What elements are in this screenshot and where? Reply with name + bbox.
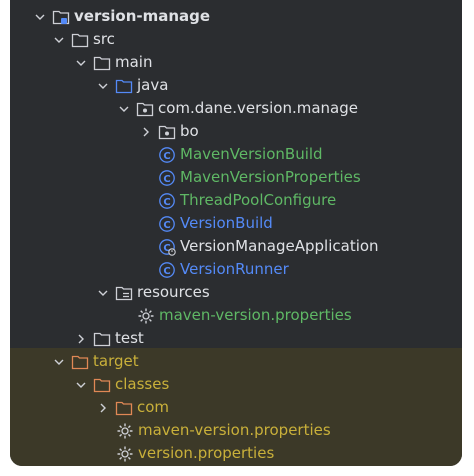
tree-item-package[interactable]: com.dane.version.manage (10, 97, 462, 120)
tree-item-label: MavenVersionBuild (180, 145, 323, 163)
tree-item-label: maven-version.properties (138, 421, 331, 439)
tree-item-label: version.properties (138, 444, 275, 462)
svg-text:C: C (163, 197, 170, 208)
spring-boot-class-icon: C (158, 238, 176, 256)
chevron-down-icon[interactable] (95, 285, 111, 301)
class-icon: C (158, 146, 176, 164)
module-folder-icon (52, 8, 70, 26)
class-icon: C (158, 192, 176, 210)
class-icon: C (158, 215, 176, 233)
tree-item-bo[interactable]: bo (10, 120, 462, 143)
folder-icon (93, 330, 111, 348)
source-folder-icon (115, 77, 133, 95)
settings-file-icon (116, 445, 134, 463)
chevron-down-icon[interactable] (116, 101, 132, 117)
tree-item-target-version-properties[interactable]: version.properties (10, 442, 462, 465)
tree-item-label: main (115, 53, 153, 71)
tree-item-version-runner[interactable]: C VersionRunner (10, 258, 462, 281)
excluded-folder-icon (115, 399, 133, 417)
tree-item-maven-version-build[interactable]: C MavenVersionBuild (10, 143, 462, 166)
tree-item-label: com.dane.version.manage (158, 99, 358, 117)
chevron-right-icon[interactable] (95, 400, 111, 416)
tree-item-src[interactable]: src (10, 28, 462, 51)
svg-text:C: C (163, 266, 170, 277)
chevron-down-icon[interactable] (51, 354, 67, 370)
tree-item-label: com (137, 398, 170, 416)
chevron-right-icon[interactable] (73, 331, 89, 347)
excluded-folder-icon (71, 353, 89, 371)
folder-icon (93, 54, 111, 72)
tree-item-label: src (93, 30, 115, 48)
tree-item-label: VersionManageApplication (180, 237, 379, 255)
tree-item-label: classes (115, 375, 170, 393)
class-icon: C (158, 169, 176, 187)
class-icon: C (158, 261, 176, 279)
chevron-right-icon[interactable] (138, 124, 154, 140)
settings-file-icon (116, 422, 134, 440)
tree-item-label: maven-version.properties (159, 306, 352, 324)
tree-item-main[interactable]: main (10, 51, 462, 74)
package-icon (136, 100, 154, 118)
tree-item-label: ThreadPoolConfigure (180, 191, 337, 209)
excluded-folder-icon (93, 376, 111, 394)
tree-item-com[interactable]: com (10, 396, 462, 419)
tree-item-label: bo (180, 122, 199, 140)
tree-item-label: resources (137, 283, 210, 301)
tree-item-version-build[interactable]: C VersionBuild (10, 212, 462, 235)
tree-item-label: MavenVersionProperties (180, 168, 361, 186)
chevron-down-icon[interactable] (73, 55, 89, 71)
tree-item-label: java (137, 76, 169, 94)
tree-item-label: target (93, 352, 139, 370)
tree-item-version-manage-application[interactable]: C VersionManageApplication (10, 235, 462, 258)
chevron-down-icon[interactable] (73, 377, 89, 393)
svg-text:C: C (163, 174, 170, 185)
resources-folder-icon (115, 284, 133, 302)
svg-text:C: C (163, 151, 170, 162)
chevron-down-icon[interactable] (95, 78, 111, 94)
tree-item-version-manage[interactable]: version-manage (10, 5, 462, 28)
svg-text:C: C (163, 220, 170, 231)
tree-item-label: VersionRunner (180, 260, 289, 278)
tree-item-target[interactable]: target (10, 350, 462, 373)
tree-item-target-maven-version-properties[interactable]: maven-version.properties (10, 419, 462, 442)
tree-item-label: test (115, 329, 144, 347)
folder-icon (71, 31, 89, 49)
tree-item-maven-version-properties[interactable]: C MavenVersionProperties (10, 166, 462, 189)
tree-item-label: version-manage (74, 7, 211, 25)
chevron-down-icon[interactable] (32, 9, 48, 25)
tree-item-label: VersionBuild (180, 214, 273, 232)
tree-item-maven-version-properties-file[interactable]: maven-version.properties (10, 304, 462, 327)
project-tree-panel: version-manage src main java com.dane.ve… (10, 0, 462, 466)
tree-item-resources[interactable]: resources (10, 281, 462, 304)
tree-item-classes[interactable]: classes (10, 373, 462, 396)
tree-item-test[interactable]: test (10, 327, 462, 350)
tree-item-thread-pool-configure[interactable]: C ThreadPoolConfigure (10, 189, 462, 212)
package-icon (158, 123, 176, 141)
chevron-down-icon[interactable] (51, 32, 67, 48)
tree-item-java[interactable]: java (10, 74, 462, 97)
settings-file-icon (137, 307, 155, 325)
